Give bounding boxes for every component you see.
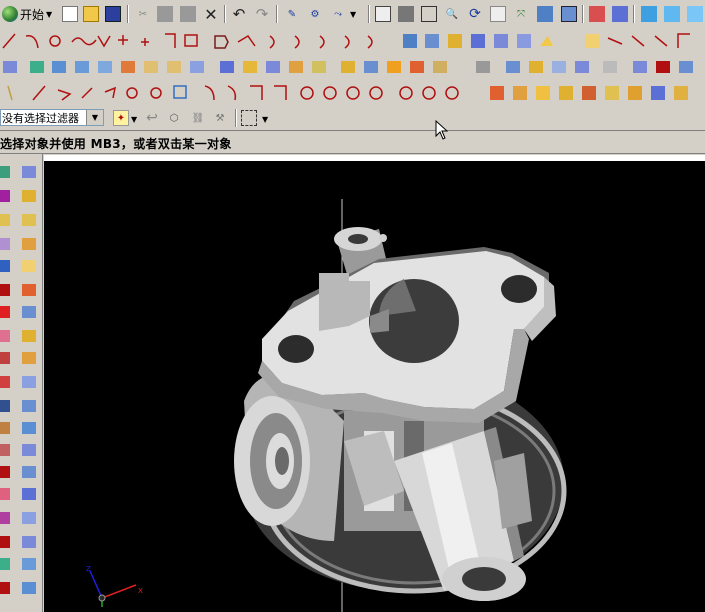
edit-toolbar: [0, 80, 705, 107]
standard-toolbar: 开始 ▼ ✂ ✕ ↶ ↷ ✎ ⚙ ⤳ ▼ 🔍 ⟳ ⤧: [0, 0, 705, 29]
layer-icon[interactable]: [589, 6, 605, 22]
mouse-cursor-icon: [435, 120, 449, 140]
delete-icon[interactable]: ✕: [203, 5, 219, 24]
zoom-icon[interactable]: 🔍: [444, 6, 460, 22]
rotate-icon[interactable]: ⟳: [467, 6, 483, 22]
start-menu-button[interactable]: 开始 ▼: [2, 5, 52, 23]
box2-icon[interactable]: [664, 6, 680, 22]
rectangle-select-icon[interactable]: [241, 110, 257, 126]
z-axis-label: Z: [86, 565, 91, 573]
snap-point-icon[interactable]: ✦: [113, 110, 129, 126]
feature-toolbar: [0, 54, 705, 81]
fit-icon[interactable]: [375, 6, 391, 22]
resource-toolbar: [0, 154, 43, 612]
flange-plate: [258, 247, 556, 423]
copy-icon[interactable]: [157, 6, 173, 22]
shaded-icon[interactable]: [398, 6, 414, 22]
open-folder-icon[interactable]: [83, 6, 99, 22]
selection-bar: 没有选择过滤器 ▼ ✦ ▼ ↩ ⬡ ⛓ ⚒ ▼: [0, 106, 705, 131]
paste-icon[interactable]: [180, 6, 196, 22]
orient-icon[interactable]: ⤧: [513, 6, 529, 22]
cue-line: 选择对象并使用 MB3，或者双击某一对象: [0, 131, 705, 154]
edit-icon[interactable]: ✎: [284, 6, 300, 22]
part-model-view[interactable]: X Z: [44, 161, 705, 612]
back-arrow-icon[interactable]: ↩: [144, 110, 160, 126]
cut-icon[interactable]: ✂: [135, 6, 151, 22]
cue-text: 选择对象并使用 MB3，或者双击某一对象: [0, 137, 232, 151]
properties-icon[interactable]: ⚙: [307, 6, 323, 22]
start-globe-icon: [2, 6, 18, 22]
edit-tools-strip[interactable]: [0, 80, 705, 106]
wcs-triad: X Z: [86, 565, 143, 607]
zoom-window-icon[interactable]: [421, 6, 437, 22]
layer-settings-icon[interactable]: [612, 6, 628, 22]
start-label: 开始: [20, 7, 45, 22]
feature-tools-strip[interactable]: [0, 54, 705, 80]
tool-icon[interactable]: ⚒: [212, 110, 228, 126]
view-icon[interactable]: [537, 6, 553, 22]
curve-toolbar: [0, 28, 705, 55]
undo-icon[interactable]: ↶: [231, 5, 247, 23]
graphics-window[interactable]: X Z: [44, 161, 705, 612]
left-tools-strip[interactable]: [0, 154, 42, 612]
box3-icon[interactable]: [687, 6, 703, 22]
link-icon[interactable]: ⛓: [190, 110, 206, 126]
select-part-icon[interactable]: ⬡: [166, 110, 182, 126]
redo-icon[interactable]: ↷: [254, 5, 270, 23]
type-filter-value: 没有选择过滤器: [2, 111, 79, 125]
save-icon[interactable]: [105, 6, 121, 22]
type-filter-select[interactable]: 没有选择过滤器 ▼: [0, 109, 104, 126]
chevron-down-icon[interactable]: ▼: [86, 110, 103, 125]
transform-icon[interactable]: ⤳: [330, 6, 346, 22]
x-axis-label: X: [138, 587, 143, 595]
curve-tools-strip[interactable]: [0, 28, 705, 54]
layout-icon[interactable]: [561, 6, 577, 22]
pan-icon[interactable]: [490, 6, 506, 22]
box-icon[interactable]: [641, 6, 657, 22]
new-file-icon[interactable]: [62, 6, 78, 22]
